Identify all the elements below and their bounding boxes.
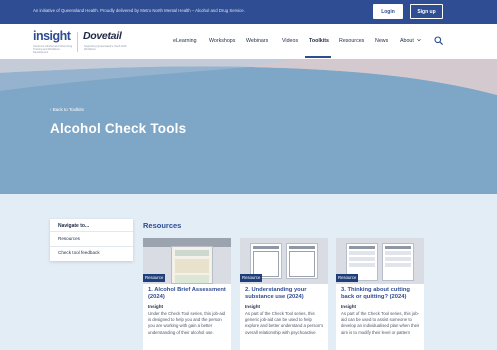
insight-logo[interactable]: insight Centre for Alcohol and Other Dru… — [33, 29, 73, 55]
nav-item-webinars[interactable]: Webinars — [246, 38, 268, 44]
insight-logo-wordmark: insight — [33, 29, 71, 43]
dovetail-logo-tagline: Supporting Queensland's Youth AOD Workfo… — [84, 45, 127, 51]
sidebar-divider — [50, 246, 133, 247]
resource-title[interactable]: 3. Thinking about cutting back or quitti… — [341, 287, 421, 300]
active-nav-indicator — [305, 56, 331, 58]
login-button[interactable]: Login — [373, 4, 403, 19]
nav-item-workshops[interactable]: Workshops — [209, 38, 235, 44]
resource-card[interactable]: Resource 2. Understanding your substance… — [240, 238, 328, 350]
resource-badge: Resource — [143, 274, 166, 282]
dovetail-logo-wordmark: Dovetail — [83, 30, 122, 42]
signup-button[interactable]: Sign up — [410, 4, 443, 19]
resources-heading: Resources — [143, 221, 182, 230]
nav-item-elearning[interactable]: eLearning — [173, 38, 197, 44]
resource-badge: Resource — [240, 274, 263, 282]
nav-item-about[interactable]: About — [400, 38, 414, 44]
sidebar-link-resources[interactable]: Resources — [58, 236, 80, 241]
resource-thumbnail: Resource — [143, 238, 231, 284]
resource-card[interactable]: Resource 1. Alcohol Brief Assessment (20… — [143, 238, 231, 350]
back-to-toolkits-link[interactable]: ‹ Back to Toolkits — [50, 107, 84, 112]
navigate-to-heading: Navigate to... — [58, 223, 90, 229]
resource-thumbnail: Resource — [240, 238, 328, 284]
dovetail-logo[interactable]: Dovetail Supporting Queensland's Youth A… — [83, 29, 133, 55]
hero-banner: ‹ Back to Toolkits Alcohol Check Tools — [0, 59, 497, 194]
resource-source: Insight — [148, 304, 164, 309]
resource-source: Insight — [341, 304, 357, 309]
nav-item-resources[interactable]: Resources — [339, 38, 364, 44]
document-preview — [171, 246, 213, 284]
announcement-text: An initiative of Queensland Health. Prou… — [33, 8, 245, 13]
document-preview-right — [286, 243, 318, 279]
sidebar-link-check-tool-feedback[interactable]: Check tool feedback — [58, 250, 100, 255]
resource-source: Insight — [245, 304, 261, 309]
logo-divider — [77, 32, 78, 52]
resource-title[interactable]: 2. Understanding your substance use (202… — [245, 287, 325, 300]
insight-logo-tagline: Centre for Alcohol and Other Drug Traini… — [33, 45, 73, 54]
search-icon[interactable] — [434, 36, 443, 45]
resource-card[interactable]: Resource 3. Thinking about cutting back … — [336, 238, 424, 350]
resource-thumbnail: Resource — [336, 238, 424, 284]
navigate-to-panel: Navigate to... Resources Check tool feed… — [50, 219, 133, 261]
resource-description: Under the Check Tool series, this job-ai… — [148, 311, 226, 335]
chevron-down-icon[interactable] — [417, 38, 421, 42]
document-preview-right — [382, 243, 414, 281]
nav-item-toolkits[interactable]: Toolkits — [309, 38, 329, 44]
page-title: Alcohol Check Tools — [50, 121, 187, 136]
navigate-to-heading-row: Navigate to... — [50, 219, 133, 232]
resource-title[interactable]: 1. Alcohol Brief Assessment (2024) — [148, 287, 228, 300]
nav-item-news[interactable]: News — [375, 38, 388, 44]
resource-description: As part of the Check Tool series, this g… — [245, 311, 324, 335]
resource-badge: Resource — [336, 274, 359, 282]
resource-description: As part of the Check Tool series, this j… — [341, 311, 420, 335]
top-announcement-bar: An initiative of Queensland Health. Prou… — [0, 0, 497, 24]
nav-item-videos[interactable]: Videos — [282, 38, 298, 44]
